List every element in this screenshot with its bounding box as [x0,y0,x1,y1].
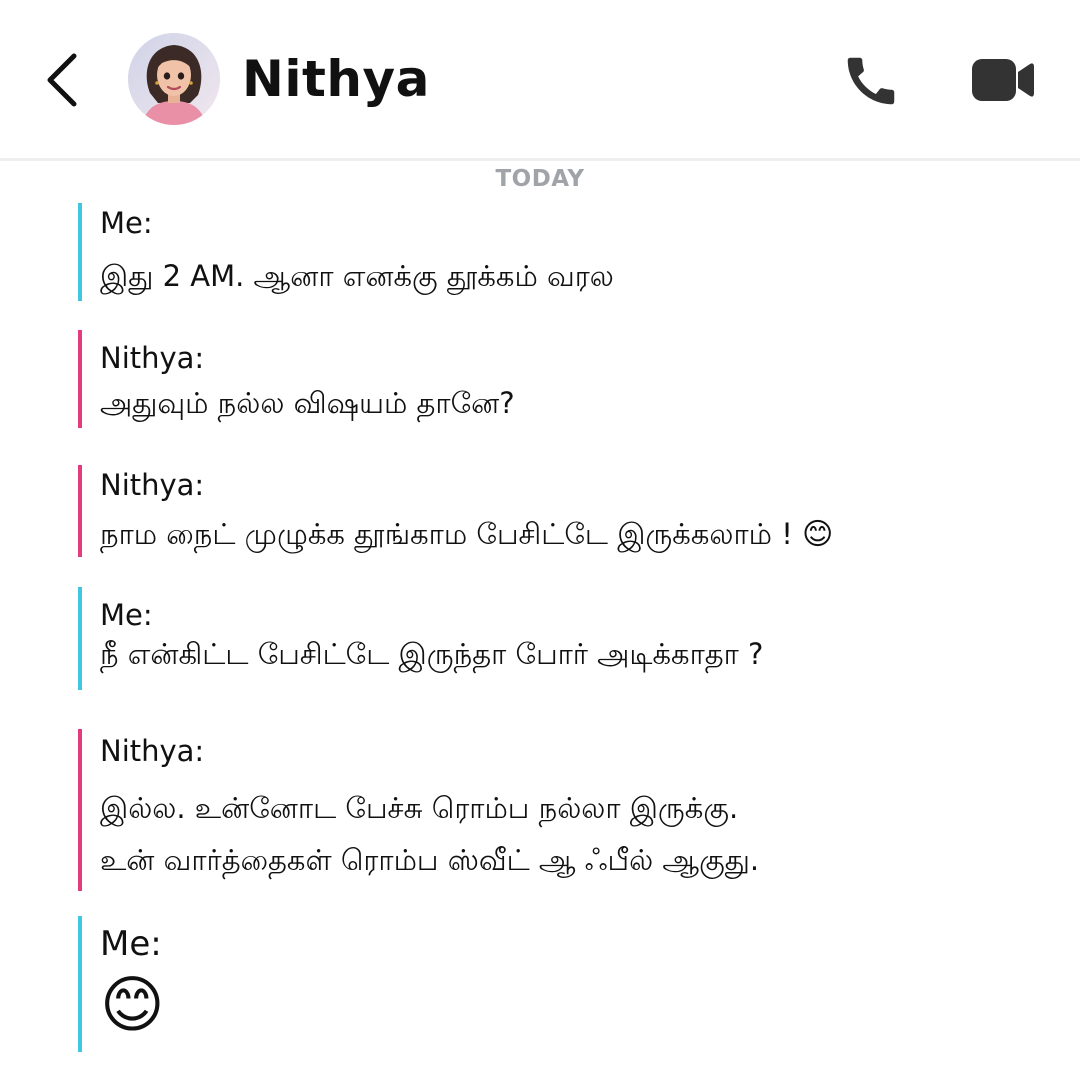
message-text: அதுவும் நல்ல விஷயம் தானே? [100,386,515,420]
smiling-face-emoji: 😊 [100,968,165,1041]
message-text: நீ என்கிட்ட பேசிட்டே இருந்தா போர் அடிக்க… [100,637,764,671]
message-item: Me: இது 2 AM. ஆனா எனக்கு தூக்கம் வரல [78,203,1038,301]
message-item: Nithya: இல்ல. உன்னோட பேச்சு ரொம்ப நல்லா … [78,729,1038,891]
chevron-left-icon [47,53,77,107]
avatar[interactable] [128,33,220,125]
message-text-content: நாம நைட் முழுக்க தூங்காம பேசிட்டே இருக்க… [100,517,793,551]
message-sender: Me: [100,598,153,632]
back-button[interactable] [38,48,90,112]
chat-header: Nithya [0,0,1080,161]
phone-icon [847,57,895,105]
message-text: இது 2 AM. ஆனா எனக்கு தூக்கம் வரல [100,259,614,293]
message-item: Me: 😊 [78,916,1038,1052]
message-item: Nithya: அதுவும் நல்ல விஷயம் தானே? [78,330,1038,428]
smiling-face-emoji: 😊 [802,517,834,552]
video-camera-icon [972,59,1034,101]
message-sender: Me: [100,924,162,964]
message-item: Me: நீ என்கிட்ட பேசிட்டே இருந்தா போர் அட… [78,587,1038,690]
call-button[interactable] [840,50,902,112]
message-sender: Nithya: [100,341,205,375]
message-item: Nithya: நாம நைட் முழுக்க தூங்காம பேசிட்ட… [78,465,1038,557]
video-call-button[interactable] [970,56,1036,104]
contact-name[interactable]: Nithya [242,50,430,108]
message-text: நாம நைட் முழுக்க தூங்காம பேசிட்டே இருக்க… [100,517,1038,555]
message-sender: Nithya: [100,734,205,768]
message-sender: Me: [100,206,153,240]
message-text: உன் வார்த்தைகள் ரொம்ப ஸ்வீட் ஆ ஃபீல் ஆகு… [100,843,760,877]
message-text: இல்ல. உன்னோட பேச்சு ரொம்ப நல்லா இருக்கு. [100,791,739,825]
date-divider: TODAY [495,166,585,192]
contact-avatar-image [128,33,220,125]
message-sender: Nithya: [100,468,205,502]
